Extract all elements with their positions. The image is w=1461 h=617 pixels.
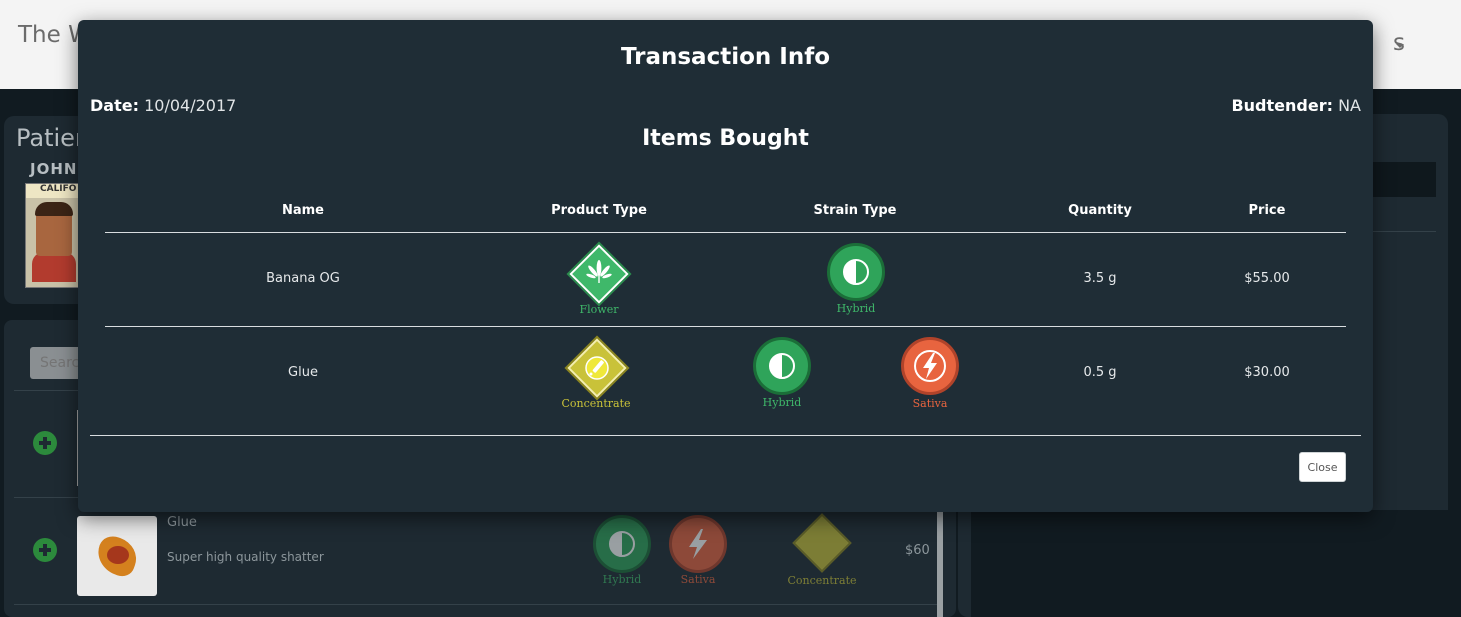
transaction-date: Date: 10/04/2017: [90, 96, 236, 115]
add-product-button[interactable]: [33, 431, 57, 455]
product-description: Super high quality shatter: [167, 550, 324, 564]
budtender-label: Budtender:: [1231, 96, 1333, 115]
product-thumbnail: [77, 516, 157, 596]
lightning-bolt-icon: [669, 515, 727, 573]
column-header-name: Name: [281, 203, 324, 218]
half-circle-icon: [753, 337, 811, 395]
column-header-price: Price: [1248, 203, 1286, 218]
product-name: Glue: [167, 515, 197, 530]
date-value: 10/04/2017: [144, 96, 237, 115]
column-header-product-type: Product Type: [551, 203, 647, 218]
scrollbar[interactable]: [937, 510, 943, 617]
cannabis-leaf-icon: [566, 241, 632, 307]
strain-label: Hybrid: [602, 573, 642, 586]
budtender-value: NA: [1338, 96, 1361, 115]
item-quantity: 0.5 g: [1083, 365, 1117, 380]
close-button[interactable]: Close: [1299, 452, 1346, 482]
table-header-divider: [105, 232, 1346, 233]
item-price: $55.00: [1244, 271, 1290, 286]
column-header-strain-type: Strain Type: [813, 203, 897, 218]
modal-footer-divider: [90, 435, 1361, 436]
product-type-label: Flower: [579, 303, 619, 316]
column-header-quantity: Quantity: [1068, 203, 1132, 218]
divider: [14, 604, 940, 605]
half-circle-icon: [827, 243, 885, 301]
half-circle-icon: [593, 515, 651, 573]
items-bought-heading: Items Bought: [642, 126, 809, 151]
modal-title: Transaction Info: [620, 44, 831, 70]
patient-id-card-image: CALIFO: [25, 183, 80, 288]
transaction-budtender: Budtender: NA: [1231, 96, 1361, 115]
product-price: $60: [905, 543, 930, 558]
strain-label: Sativa: [912, 397, 948, 410]
nav-dropdown[interactable]: s: [1393, 30, 1405, 56]
item-quantity: 3.5 g: [1083, 271, 1117, 286]
add-product-button[interactable]: [33, 538, 57, 562]
item-name: Glue: [288, 365, 318, 380]
strain-label: Sativa: [680, 573, 716, 586]
transaction-info-modal: Transaction Info Date: 10/04/2017 Budten…: [78, 20, 1373, 512]
patient-name: JOHN: [30, 160, 78, 178]
strain-label: Hybrid: [762, 396, 802, 409]
chevron-down-icon: [1396, 44, 1404, 48]
item-name: Banana OG: [266, 271, 340, 286]
id-card-header: CALIFO: [26, 184, 79, 198]
product-type-label: Concentrate: [787, 574, 857, 587]
product-type-label: Concentrate: [561, 397, 631, 410]
item-price: $30.00: [1244, 365, 1290, 380]
date-label: Date:: [90, 96, 139, 115]
table-row-divider: [105, 326, 1346, 327]
lightning-bolt-icon: [901, 337, 959, 395]
strain-label: Hybrid: [836, 302, 876, 315]
dropper-icon: [564, 335, 630, 401]
